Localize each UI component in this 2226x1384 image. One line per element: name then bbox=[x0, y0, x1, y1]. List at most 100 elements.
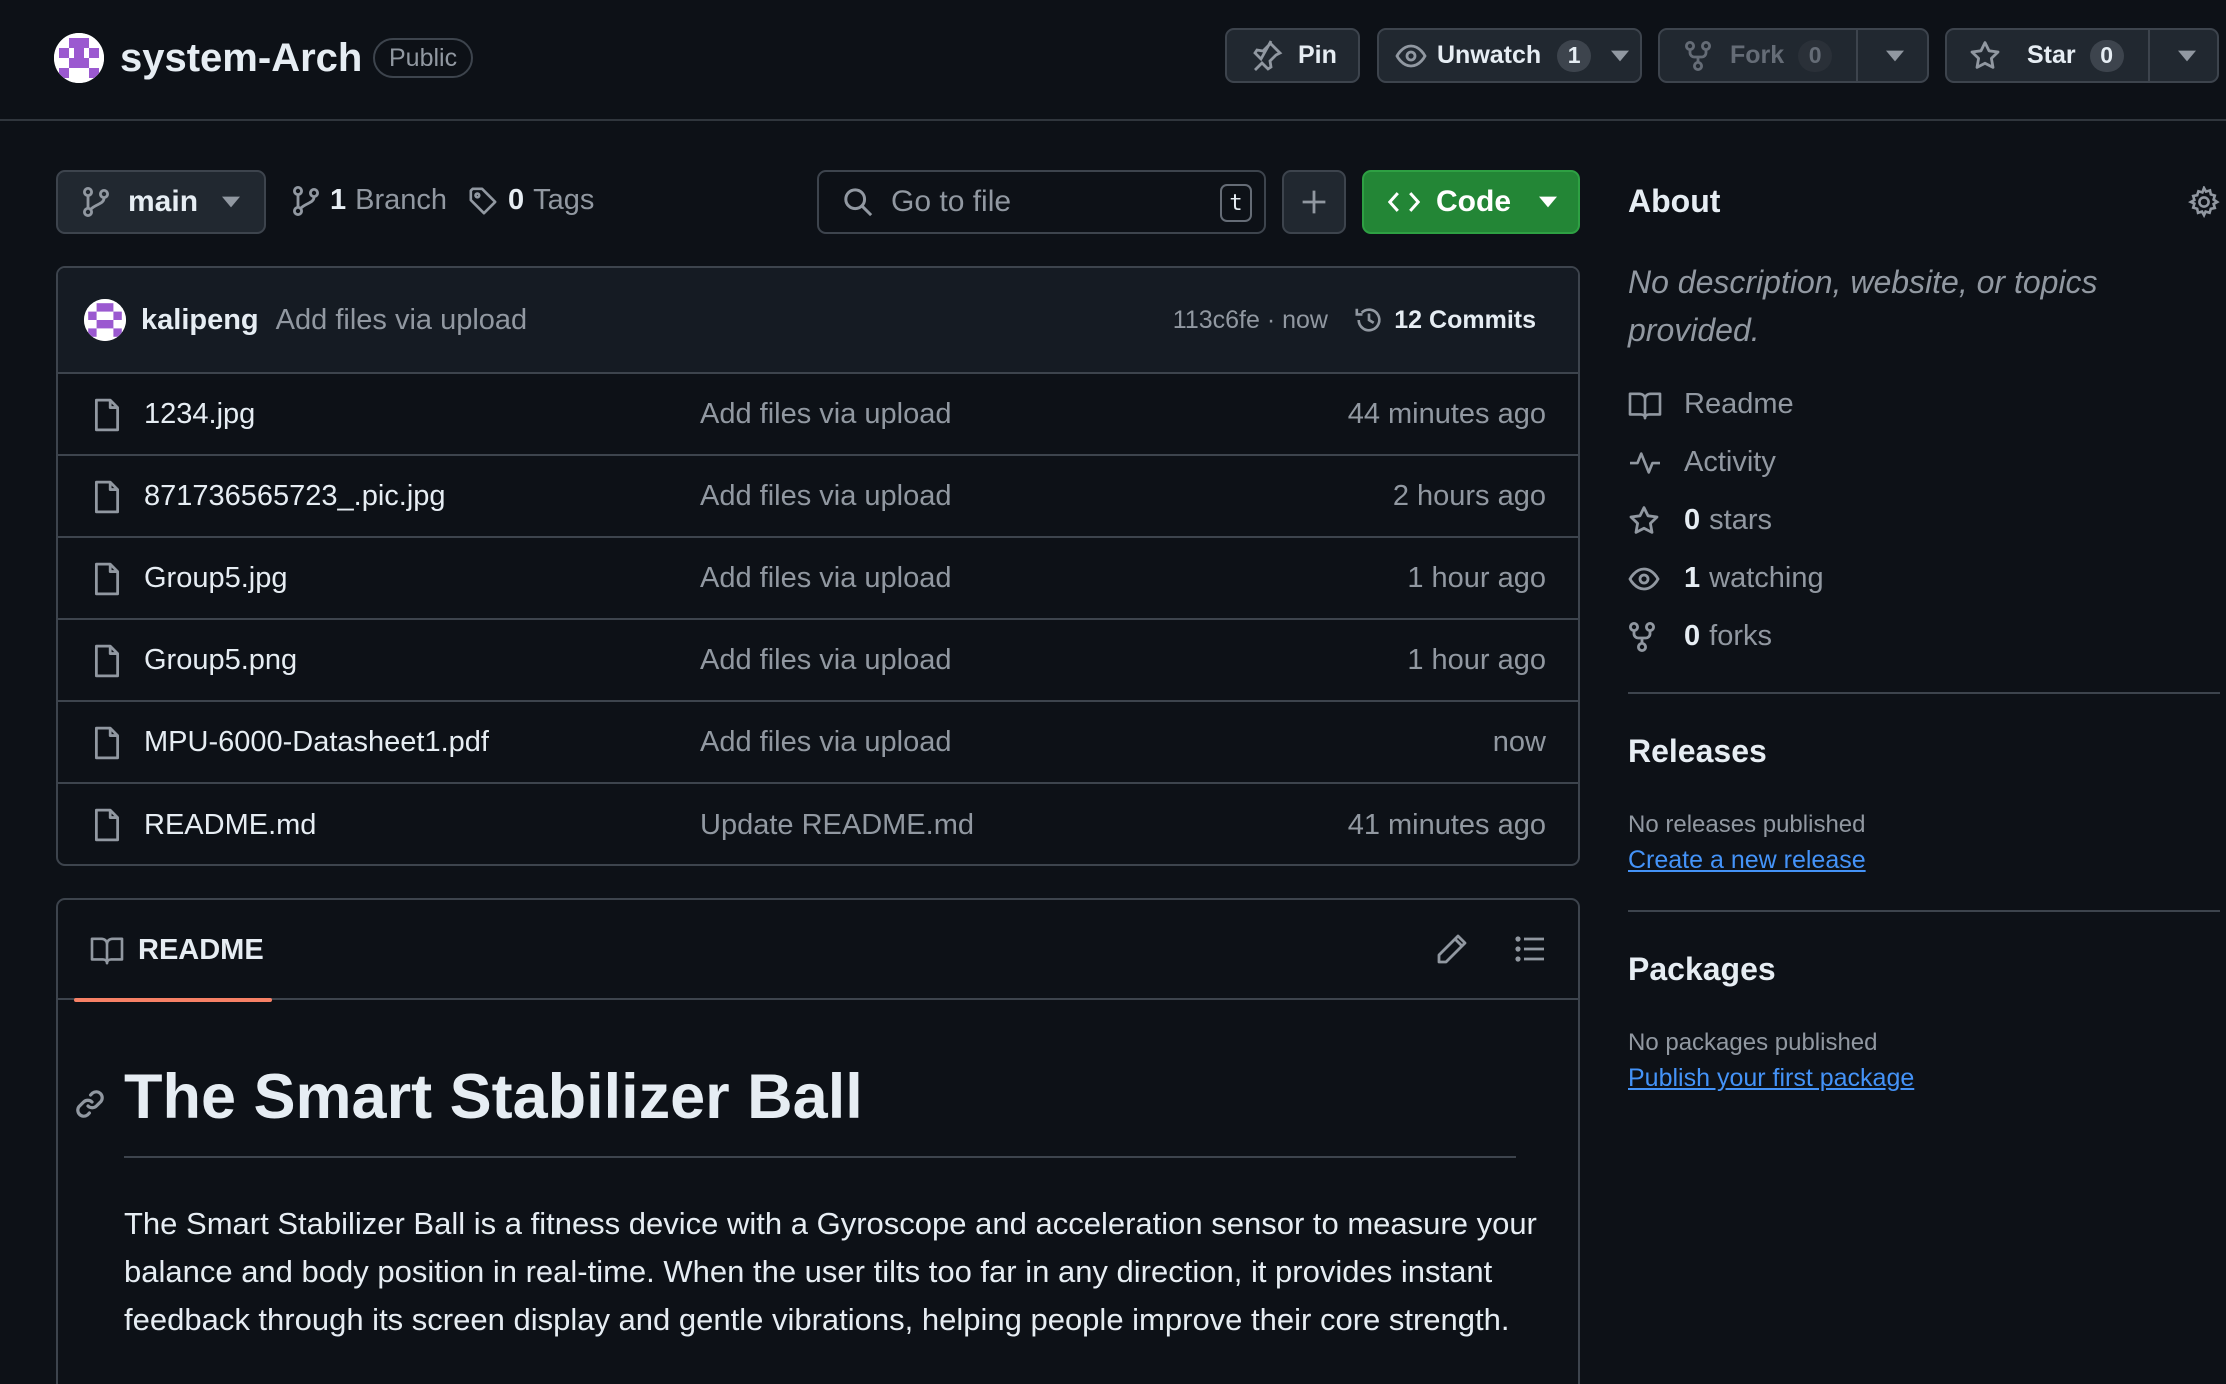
file-name[interactable]: README.md bbox=[144, 809, 316, 842]
watching-count: 1 bbox=[1684, 562, 1701, 594]
commits-link[interactable]: 12 Commits bbox=[1354, 305, 1536, 335]
branch-icon bbox=[82, 186, 110, 218]
plus-icon bbox=[1300, 188, 1328, 216]
code-dropdown-icon bbox=[1539, 196, 1557, 208]
edit-pencil-icon[interactable] bbox=[1436, 933, 1468, 965]
pin-icon bbox=[1227, 30, 1283, 81]
eye-icon bbox=[1628, 563, 1684, 595]
outline-list-icon[interactable] bbox=[1514, 933, 1546, 965]
file-row[interactable]: 871736565723_.pic.jpg Add files via uplo… bbox=[58, 456, 1578, 538]
stars-link[interactable]: 0 stars bbox=[1628, 504, 1772, 537]
anchor-link-icon[interactable] bbox=[74, 1088, 106, 1120]
commits-count-label: 12 Commits bbox=[1394, 305, 1536, 334]
stars-label: stars bbox=[1709, 504, 1772, 536]
commit-author-avatar[interactable] bbox=[84, 299, 126, 341]
go-to-file-input[interactable]: Go to file t bbox=[817, 170, 1266, 234]
readme-title: The Smart Stabilizer Ball bbox=[124, 1060, 1516, 1158]
file-commit-time: 41 minutes ago bbox=[1347, 808, 1546, 841]
releases-heading[interactable]: Releases bbox=[1628, 733, 1767, 770]
tag-label: Tags bbox=[533, 184, 595, 216]
packages-heading[interactable]: Packages bbox=[1628, 951, 1776, 988]
file-icon bbox=[92, 808, 122, 842]
file-commit-message[interactable]: Add files via upload bbox=[700, 726, 952, 759]
file-name[interactable]: Group5.jpg bbox=[144, 562, 288, 595]
active-tab-underline bbox=[74, 998, 272, 1002]
watching-link[interactable]: 1 watching bbox=[1628, 562, 1824, 595]
tags-link[interactable]: 0 Tags bbox=[468, 184, 594, 217]
file-commit-message[interactable]: Add files via upload bbox=[700, 644, 952, 677]
readme-tab-label: README bbox=[138, 933, 264, 966]
publish-package-link[interactable]: Publish your first package bbox=[1628, 1064, 1914, 1093]
commit-author[interactable]: kalipeng bbox=[141, 304, 259, 337]
releases-empty-text: No releases published bbox=[1628, 811, 1866, 838]
file-name[interactable]: 871736565723_.pic.jpg bbox=[144, 480, 446, 513]
fork-icon bbox=[1628, 621, 1684, 653]
file-commit-message[interactable]: Update README.md bbox=[700, 809, 974, 842]
latest-commit-bar: kalipeng Add files via upload 113c6fe · … bbox=[58, 268, 1578, 374]
commit-sha-time[interactable]: 113c6fe · now bbox=[1173, 306, 1328, 335]
add-file-button[interactable] bbox=[1282, 170, 1346, 234]
file-name[interactable]: MPU-6000-Datasheet1.pdf bbox=[144, 726, 489, 759]
file-icon bbox=[92, 562, 122, 596]
file-row[interactable]: 1234.jpg Add files via upload 44 minutes… bbox=[58, 374, 1578, 456]
search-placeholder: Go to file bbox=[891, 185, 1012, 218]
fork-button[interactable]: Fork 0 bbox=[1658, 28, 1929, 83]
file-commit-message[interactable]: Add files via upload bbox=[700, 398, 952, 431]
readme-link-label: Readme bbox=[1684, 388, 1794, 420]
file-commit-message[interactable]: Add files via upload bbox=[700, 480, 952, 513]
star-label: Star bbox=[2027, 41, 2076, 69]
watch-count: 1 bbox=[1557, 39, 1592, 72]
branch-count: 1 bbox=[330, 184, 347, 216]
unwatch-dropdown-icon[interactable] bbox=[1611, 50, 1630, 62]
file-row[interactable]: MPU-6000-Datasheet1.pdf Add files via up… bbox=[58, 702, 1578, 784]
create-release-link[interactable]: Create a new release bbox=[1628, 846, 1866, 875]
book-icon bbox=[90, 935, 124, 965]
branch-name: main bbox=[128, 185, 199, 218]
repo-header: system-Arch Public Pin Unwatch 1 Fork 0 bbox=[0, 0, 2226, 121]
commit-message[interactable]: Add files via upload bbox=[276, 304, 528, 337]
about-description: No description, website, or topics provi… bbox=[1628, 264, 2098, 348]
tag-count: 0 bbox=[508, 184, 525, 216]
activity-link[interactable]: Activity bbox=[1628, 446, 1776, 479]
readme-header: README bbox=[58, 900, 1578, 1002]
tag-icon bbox=[468, 186, 498, 216]
star-button[interactable]: Star 0 bbox=[1945, 28, 2219, 83]
owner-avatar[interactable] bbox=[54, 33, 104, 83]
code-button[interactable]: Code bbox=[1362, 170, 1580, 234]
tab-readme[interactable]: README bbox=[74, 900, 272, 1002]
file-row[interactable]: README.md Update README.md 41 minutes ag… bbox=[58, 784, 1578, 864]
star-dropdown-icon[interactable] bbox=[2177, 50, 2196, 62]
unwatch-label: Unwatch bbox=[1437, 41, 1542, 69]
pulse-icon bbox=[1628, 448, 1684, 478]
settings-gear-icon[interactable] bbox=[2188, 186, 2220, 218]
sidebar-divider bbox=[1628, 910, 2220, 912]
branch-selector[interactable]: main bbox=[56, 170, 266, 234]
file-icon bbox=[92, 726, 122, 760]
readme-paragraph: The Smart Stabilizer Ball is a fitness d… bbox=[124, 1206, 1537, 1337]
code-label: Code bbox=[1436, 185, 1511, 218]
pin-button[interactable]: Pin bbox=[1225, 28, 1360, 83]
history-icon bbox=[1354, 305, 1384, 335]
forks-count: 0 bbox=[1684, 620, 1701, 652]
file-row[interactable]: Group5.jpg Add files via upload 1 hour a… bbox=[58, 538, 1578, 620]
eye-icon bbox=[1379, 30, 1427, 81]
activity-label: Activity bbox=[1684, 446, 1776, 478]
search-shortcut-key: t bbox=[1220, 184, 1252, 222]
branches-link[interactable]: 1 Branch bbox=[292, 184, 447, 217]
watching-label: watching bbox=[1709, 562, 1824, 594]
file-icon bbox=[92, 644, 122, 678]
file-commit-time: 1 hour ago bbox=[1407, 561, 1546, 594]
forks-link[interactable]: 0 forks bbox=[1628, 620, 1772, 653]
fork-dropdown-icon[interactable] bbox=[1886, 50, 1905, 62]
file-commit-message[interactable]: Add files via upload bbox=[700, 562, 952, 595]
file-name[interactable]: 1234.jpg bbox=[144, 398, 255, 431]
unwatch-button[interactable]: Unwatch 1 bbox=[1377, 28, 1642, 83]
file-icon bbox=[92, 398, 122, 432]
repo-name[interactable]: system-Arch bbox=[120, 36, 362, 81]
readme-link[interactable]: Readme bbox=[1628, 388, 1794, 421]
file-commit-time: now bbox=[1492, 725, 1546, 758]
star-icon bbox=[1947, 30, 2001, 81]
file-name[interactable]: Group5.png bbox=[144, 644, 297, 677]
code-icon bbox=[1388, 188, 1420, 216]
file-row[interactable]: Group5.png Add files via upload 1 hour a… bbox=[58, 620, 1578, 702]
